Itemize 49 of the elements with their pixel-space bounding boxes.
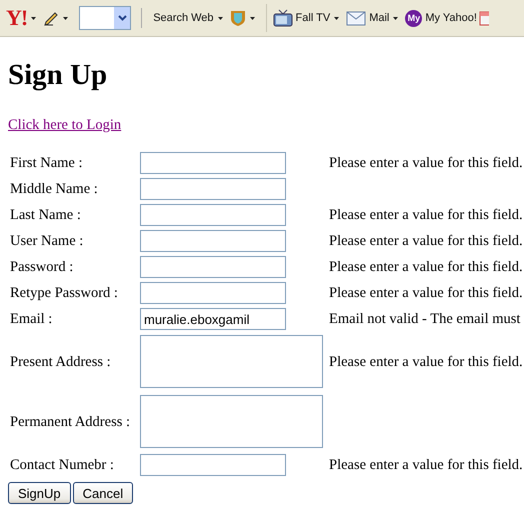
address-textarea[interactable]	[140, 335, 323, 388]
address-textarea[interactable]	[140, 395, 323, 448]
toolbar-combo-box[interactable]	[79, 6, 132, 30]
field-label: Permanent Address :	[9, 414, 132, 430]
pencil-icon[interactable]	[43, 10, 60, 26]
calendar-icon[interactable]	[478, 9, 489, 27]
field-label: Email :	[9, 310, 54, 328]
text-input-field[interactable]	[140, 152, 286, 174]
field-label: Last Name :	[9, 206, 82, 224]
validation-message: Please enter a value for this field.	[328, 232, 523, 250]
field-label: Password :	[9, 258, 74, 276]
text-input-field[interactable]	[140, 282, 286, 304]
dropdown-arrow-icon[interactable]	[63, 16, 68, 20]
form-button[interactable]: SignUp	[8, 482, 71, 504]
tv-icon[interactable]	[272, 9, 293, 27]
toolbar-button[interactable]: Fall TV	[296, 12, 330, 24]
validation-message: Please enter a value for this field.	[328, 154, 523, 172]
validation-message: Please enter a value for this field.	[328, 354, 523, 370]
validation-message: Please enter a value for this field.	[328, 258, 523, 276]
envelope-icon[interactable]	[346, 10, 366, 26]
my-badge-icon[interactable]: My	[405, 10, 422, 26]
yahoo-logo[interactable]: Y!	[6, 5, 28, 31]
text-input-field[interactable]	[140, 178, 286, 200]
text-input-field[interactable]	[140, 230, 286, 252]
field-label: Present Address :	[9, 354, 112, 370]
field-label: Middle Name :	[9, 180, 99, 198]
field-label: First Name :	[9, 154, 84, 172]
page-title: Sign Up	[8, 58, 108, 93]
login-link[interactable]: Click here to Login	[8, 117, 122, 134]
validation-message: Please enter a value for this field.	[328, 456, 523, 474]
text-input-field[interactable]: muralie.eboxgamil	[140, 308, 286, 330]
validation-message: Email not valid - The email must	[328, 310, 522, 328]
toolbar-button[interactable]: Search Web	[153, 12, 214, 24]
toolbar-button[interactable]: My Yahoo!	[425, 12, 477, 24]
dropdown-arrow-icon[interactable]	[393, 16, 398, 20]
field-label: User Name :	[9, 232, 84, 250]
dropdown-arrow-icon[interactable]	[218, 16, 223, 20]
dropdown-arrow-icon[interactable]	[31, 16, 36, 20]
text-input-field[interactable]	[140, 204, 286, 226]
toolbar-button[interactable]: Mail	[369, 12, 390, 24]
form-button[interactable]: Cancel	[72, 482, 134, 504]
validation-message: Please enter a value for this field.	[328, 206, 523, 224]
field-label: Contact Numebr :	[9, 456, 115, 474]
validation-message: Please enter a value for this field.	[328, 284, 523, 302]
text-input-field[interactable]	[140, 454, 286, 476]
dropdown-arrow-icon[interactable]	[334, 16, 340, 20]
field-label: Retype Password :	[9, 284, 119, 302]
dropdown-arrow-icon[interactable]	[250, 16, 255, 20]
text-input-field[interactable]	[140, 256, 286, 278]
